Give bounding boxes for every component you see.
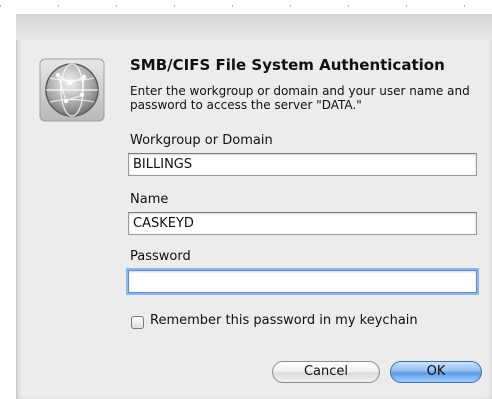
password-label: Password [130,249,191,264]
remember-checkbox-label[interactable]: Remember this password in my keychain [150,313,418,328]
password-field[interactable] [128,270,477,293]
ok-button[interactable]: OK [390,361,482,383]
window-top-strip [0,0,492,14]
dialog-title: SMB/CIFS File System Authentication [130,56,445,74]
name-label: Name [130,192,169,207]
workgroup-field[interactable]: BILLINGS [128,153,477,176]
sheet-top-shadow [16,14,492,40]
name-field[interactable]: CASKEYD [128,212,477,235]
network-globe-icon [38,57,106,123]
dialog-description: Enter the workgroup or domain and your u… [130,84,470,112]
remember-checkbox[interactable] [131,316,144,329]
background-toolbar-dots [0,5,492,7]
cancel-button[interactable]: Cancel [272,361,380,383]
workgroup-label: Workgroup or Domain [130,133,273,148]
